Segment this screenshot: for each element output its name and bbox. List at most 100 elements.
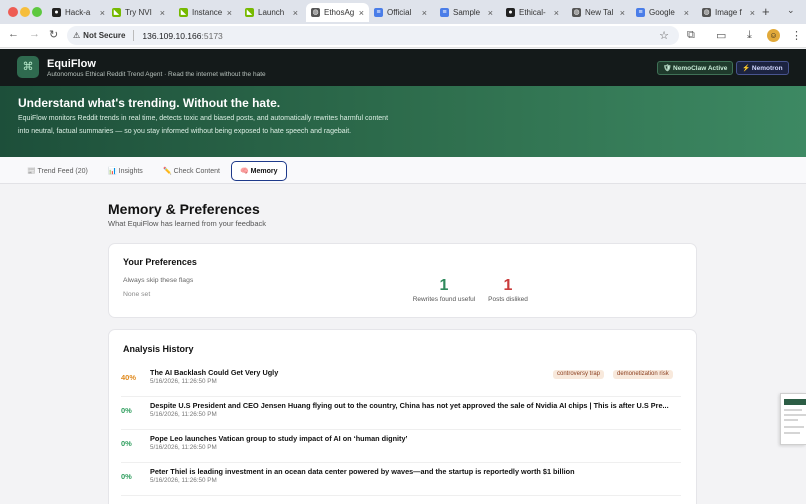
preferences-card: Your Preferences Always skip these flags… (108, 243, 697, 318)
browser-tab[interactable]: ◣ Launch × (240, 3, 303, 22)
omnibox-divider (133, 30, 135, 41)
close-tab-icon[interactable]: × (227, 8, 232, 18)
history-row[interactable]: 40% The AI Backlash Could Get Very Ugly 5/… (121, 364, 681, 397)
floating-preview-thumbnail[interactable] (780, 393, 806, 445)
skip-flags-label: Always skip these flags (123, 277, 194, 284)
reload-icon[interactable]: ↻ (49, 28, 58, 41)
history-post-title: Pope Leo launches Vatican group to study… (150, 434, 408, 443)
globe-icon: ◍ (702, 8, 711, 17)
close-window-button[interactable] (8, 7, 18, 17)
close-tab-icon[interactable]: × (160, 8, 165, 18)
toxicity-score: 40% (121, 373, 137, 382)
globe-icon: ◍ (311, 8, 320, 17)
close-tab-icon[interactable]: × (554, 8, 559, 18)
browser-tab[interactable]: ≡ Official × (369, 3, 432, 22)
browser-tab-bar: ● Hack-a × ◣ Try NVI × ◣ Instance × ◣ Launch × ◍ Etho… (0, 0, 806, 24)
app-header: ⌘ EquiFlow Autonomous Ethical Reddit Tre… (0, 49, 806, 86)
tab-title: Google (649, 8, 675, 17)
tab-title: EthosAg (324, 8, 355, 17)
github-icon: ● (52, 8, 61, 17)
close-tab-icon[interactable]: × (750, 8, 755, 18)
history-row[interactable]: 0% Pope Leo launches Vatican group to stu… (121, 430, 681, 463)
tab-title: Instance (192, 8, 223, 17)
globe-icon: ◍ (572, 8, 581, 17)
browser-tab[interactable]: ◍ Image f × (697, 3, 760, 22)
tab-insights[interactable]: 📊 Insights (108, 163, 143, 178)
address-bar[interactable]: ⚠ Not Secure 136.109.10.166:5173 ☆ (67, 26, 679, 45)
close-tab-icon[interactable]: × (422, 8, 427, 18)
tab-title: Sample (453, 8, 481, 17)
tab-title: Launch (258, 8, 285, 17)
history-post-title: Despite U.S President and CEO Jensen Hua… (150, 401, 669, 410)
minimize-window-button[interactable] (20, 7, 30, 17)
close-tab-icon[interactable]: × (293, 8, 298, 18)
docs-icon: ≡ (440, 8, 449, 17)
toxicity-score: 0% (121, 439, 132, 448)
warning-icon: ⚠ (73, 31, 81, 40)
browser-tab[interactable]: ◣ Try NVI × (107, 3, 170, 22)
close-tab-icon[interactable]: × (620, 8, 625, 18)
browser-tab[interactable]: ◍ New Tal × (567, 3, 630, 22)
tab-title: Image f (715, 8, 742, 17)
brand-name: EquiFlow (47, 58, 96, 70)
hero-description: EquiFlow monitors Reddit trends in real … (18, 115, 389, 135)
history-timestamp: 5/16/2026, 11:26:50 PM (150, 378, 217, 385)
extensions-icon[interactable]: ⧉ (687, 29, 695, 42)
bookmark-star-icon[interactable]: ☆ (659, 29, 669, 42)
google-docs-icon: ≡ (636, 8, 645, 17)
nvidia-icon: ◣ (245, 8, 254, 17)
history-post-title: Peter Thiel is leading investment in an … (150, 467, 575, 476)
page-title: Memory & Preferences (108, 201, 260, 217)
nemoclaw-status-badge: 🛡 NemoClaw Active (657, 61, 734, 75)
close-tab-icon[interactable]: × (684, 8, 689, 18)
analysis-history-title: Analysis History (123, 344, 194, 354)
history-timestamp: 5/16/2026, 11:26:50 PM (150, 411, 217, 418)
github-icon: ● (506, 8, 515, 17)
history-post-title: The AI Backlash Could Get Very Ugly (150, 368, 279, 377)
profile-avatar[interactable]: ☺ (767, 29, 780, 42)
tab-title: New Tal (585, 8, 614, 17)
close-tab-icon[interactable]: × (359, 8, 364, 18)
menu-kebab-icon[interactable]: ⋮ (791, 29, 802, 42)
posts-disliked-label: Posts disliked (488, 296, 528, 303)
close-tab-icon[interactable]: × (100, 8, 105, 18)
tab-trend-feed[interactable]: 📰 Trend Feed (20) (27, 163, 88, 178)
tab-memory[interactable]: 🧠 Memory (231, 161, 287, 181)
tab-title: Ethical- (519, 8, 546, 17)
browser-tab[interactable]: ≡ Google × (631, 3, 694, 22)
hero-title: Understand what's trending. Without the … (18, 96, 281, 110)
url-text: 136.109.10.166:5173 (142, 30, 223, 41)
browser-tab[interactable]: ● Hack-a × (47, 3, 110, 22)
history-row[interactable]: 0% Peter Thiel is leading investment in a… (121, 463, 681, 496)
main-tabs: 📰 Trend Feed (20) 📊 Insights ✏️ Check Co… (0, 157, 806, 184)
security-label: Not Secure (83, 31, 126, 40)
rewrites-useful-count: 1 (439, 277, 449, 294)
tab-title: Hack-a (65, 8, 91, 17)
hero-banner: Understand what's trending. Without the … (0, 86, 806, 157)
brand-tagline: Autonomous Ethical Reddit Trend Agent · … (47, 71, 266, 78)
risk-flag-badge: controversy trap (553, 370, 605, 379)
browser-tab[interactable]: ◍ EthosAg × (306, 3, 369, 22)
browser-tab[interactable]: ● Ethical- × (501, 3, 564, 22)
page-subtitle: What EquiFlow has learned from your feed… (108, 219, 266, 228)
history-timestamp: 5/16/2026, 11:26:50 PM (150, 477, 217, 484)
close-tab-icon[interactable]: × (488, 8, 493, 18)
forward-arrow-icon[interactable]: → (29, 28, 40, 40)
tab-title: Try NVI (125, 8, 152, 17)
brain-logo-icon: ⌘ (17, 56, 39, 78)
tab-search-chevron-icon[interactable]: ⌄ (787, 5, 795, 16)
new-tab-button[interactable]: + (762, 4, 770, 19)
browser-tab[interactable]: ≡ Sample × (435, 3, 498, 22)
risk-flag-badge: demonetization risk (613, 370, 673, 379)
tab-check-content[interactable]: ✏️ Check Content (163, 163, 220, 178)
back-arrow-icon[interactable]: ← (8, 28, 19, 40)
maximize-window-button[interactable] (32, 7, 42, 17)
docs-icon: ≡ (374, 8, 383, 17)
history-row[interactable]: 0% Despite U.S President and CEO Jensen H… (121, 397, 681, 430)
posts-disliked-count: 1 (503, 277, 513, 294)
download-icon[interactable]: ⤓ (747, 29, 752, 42)
nvidia-icon: ◣ (179, 8, 188, 17)
cast-icon[interactable]: ▭ (716, 29, 726, 42)
nemotron-badge: ⚡ Nemotron (736, 61, 789, 75)
browser-tab[interactable]: ◣ Instance × (174, 3, 237, 22)
